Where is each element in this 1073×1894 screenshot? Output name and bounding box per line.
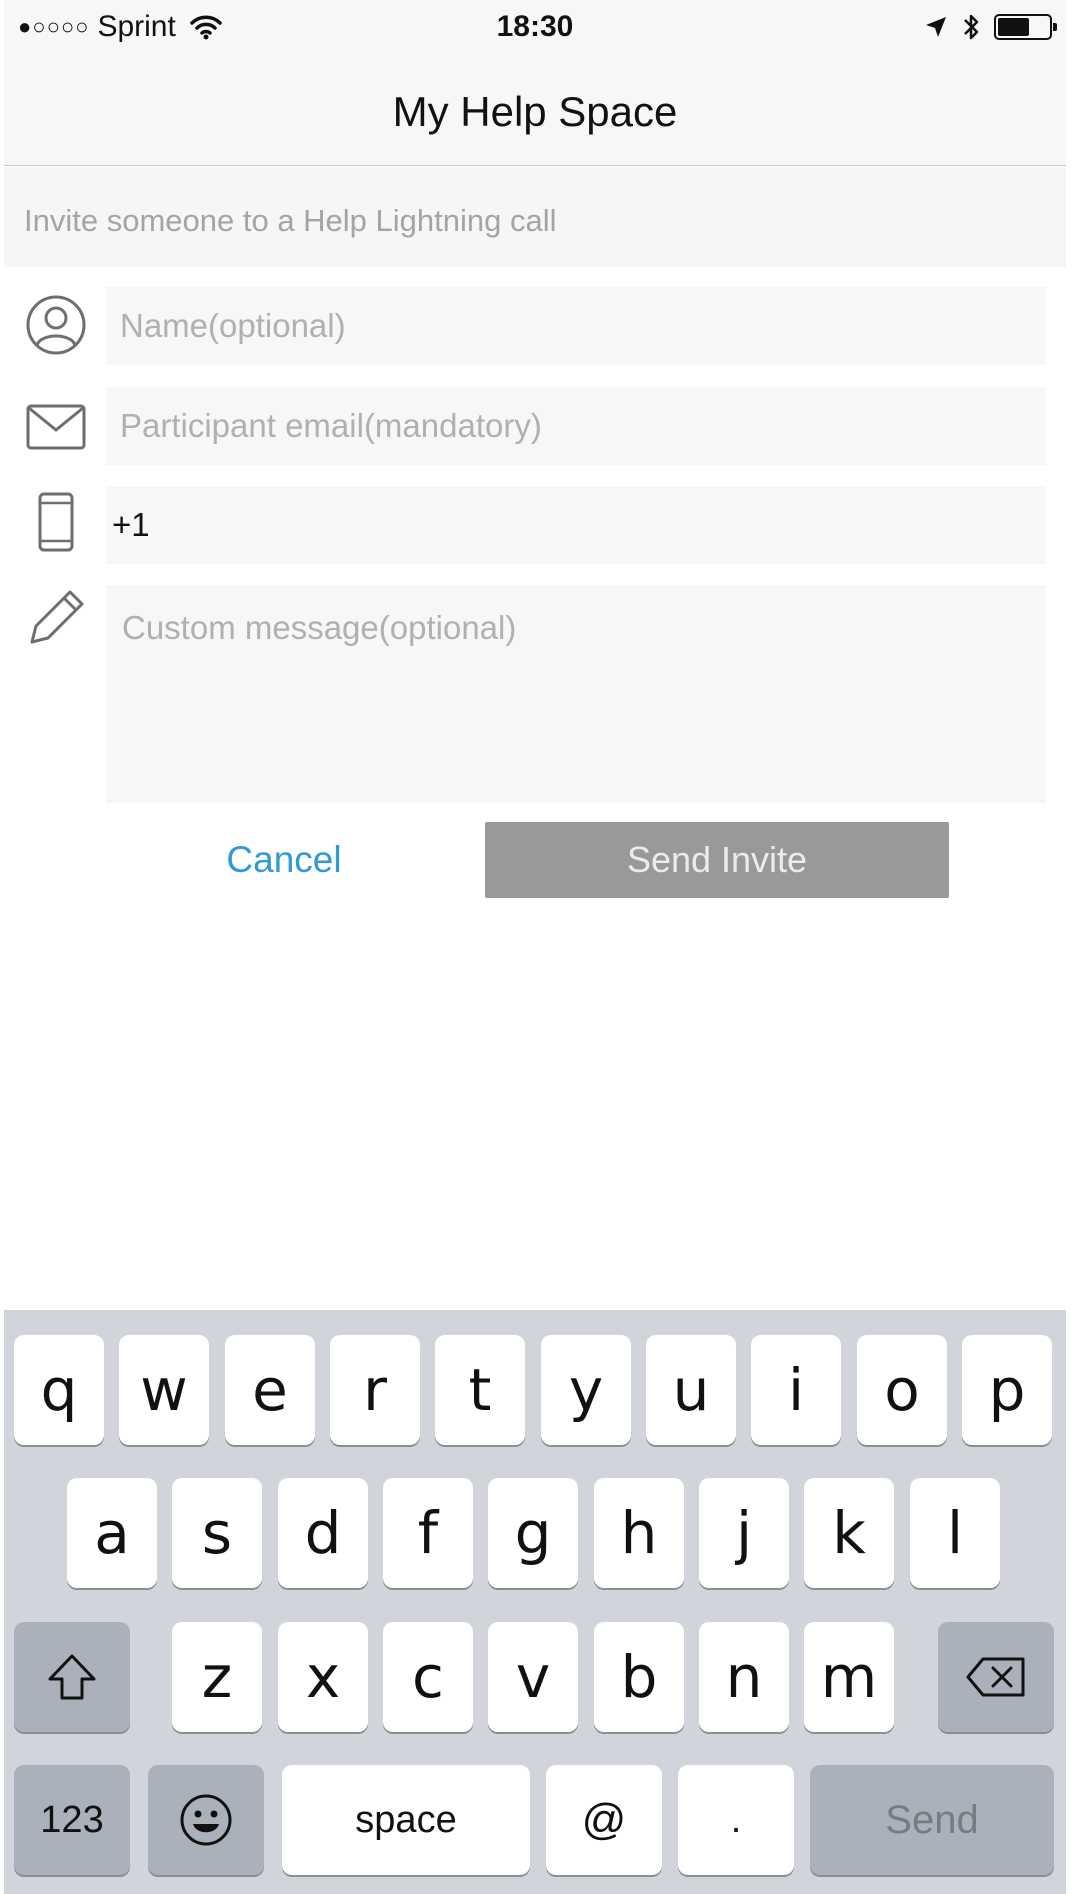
key-y[interactable]: y: [541, 1335, 631, 1445]
key-x[interactable]: x: [278, 1622, 368, 1732]
emoji-key[interactable]: [148, 1765, 264, 1875]
status-right: [924, 12, 1057, 42]
numbers-key[interactable]: 123: [14, 1765, 130, 1875]
key-k[interactable]: k: [804, 1478, 894, 1588]
key-v[interactable]: v: [488, 1622, 578, 1732]
location-arrow-icon: [926, 17, 946, 37]
key-c[interactable]: c: [383, 1622, 473, 1732]
key-z[interactable]: z: [172, 1622, 262, 1732]
key-b[interactable]: b: [594, 1622, 684, 1732]
subtitle-text: Invite someone to a Help Lightning call: [24, 203, 557, 238]
app-frame: ●○○○○ Sprint 18:30 My Help Space Invite …: [4, 0, 1066, 1894]
key-t[interactable]: t: [435, 1335, 525, 1445]
key-h[interactable]: h: [594, 1478, 684, 1588]
message-textarea[interactable]: Custom message(optional): [106, 585, 1046, 803]
cancel-button[interactable]: Cancel: [174, 822, 394, 898]
key-r[interactable]: r: [330, 1335, 420, 1445]
user-icon: [26, 295, 86, 355]
backspace-key[interactable]: [938, 1622, 1054, 1732]
shift-key[interactable]: [14, 1622, 130, 1732]
battery-icon: [994, 14, 1057, 40]
key-q[interactable]: q: [14, 1335, 104, 1445]
send-invite-button[interactable]: Send Invite: [485, 822, 949, 898]
dot-key[interactable]: .: [678, 1765, 794, 1875]
key-o[interactable]: o: [857, 1335, 947, 1445]
email-input[interactable]: Participant email(mandatory): [106, 387, 1046, 465]
key-i[interactable]: i: [751, 1335, 841, 1445]
key-d[interactable]: d: [278, 1478, 368, 1588]
status-time: 18:30: [496, 10, 574, 43]
key-j[interactable]: j: [699, 1478, 789, 1588]
name-input[interactable]: Name(optional): [106, 287, 1046, 365]
status-bar: ●○○○○ Sprint 18:30: [4, 0, 1066, 56]
key-w[interactable]: w: [119, 1335, 209, 1445]
key-e[interactable]: e: [225, 1335, 315, 1445]
shift-icon: [48, 1654, 96, 1700]
backspace-icon: [966, 1657, 1025, 1697]
key-s[interactable]: s: [172, 1478, 262, 1588]
at-key[interactable]: @: [546, 1765, 662, 1875]
subtitle-band: Invite someone to a Help Lightning call: [4, 167, 1066, 267]
keyboard: q w e r t y u i o p a s d f g h j k l z …: [4, 1310, 1066, 1894]
top-bar: ●○○○○ Sprint 18:30 My Help Space: [4, 0, 1066, 166]
pencil-icon: [30, 590, 84, 644]
phone-icon: [38, 492, 74, 552]
space-key[interactable]: space: [282, 1765, 530, 1875]
key-l[interactable]: l: [910, 1478, 1000, 1588]
mail-icon: [26, 404, 86, 450]
page-title: My Help Space: [392, 88, 678, 135]
key-p[interactable]: p: [962, 1335, 1052, 1445]
key-m[interactable]: m: [804, 1622, 894, 1732]
key-g[interactable]: g: [488, 1478, 578, 1588]
bluetooth-icon: [964, 14, 979, 40]
key-f[interactable]: f: [383, 1478, 473, 1588]
key-u[interactable]: u: [646, 1335, 736, 1445]
emoji-icon: [180, 1794, 232, 1846]
key-n[interactable]: n: [699, 1622, 789, 1732]
phone-input[interactable]: +1: [106, 486, 1046, 564]
send-key[interactable]: Send: [810, 1765, 1054, 1875]
key-a[interactable]: a: [67, 1478, 157, 1588]
